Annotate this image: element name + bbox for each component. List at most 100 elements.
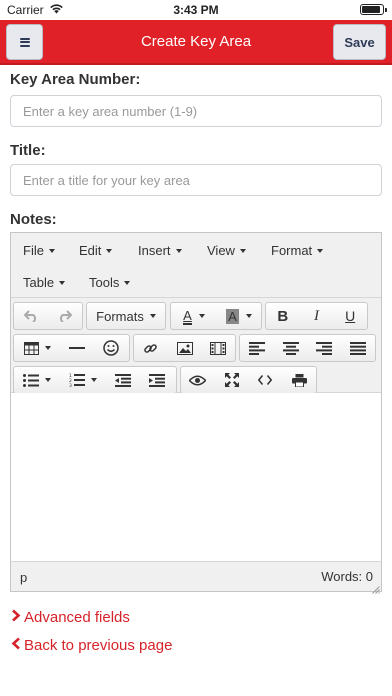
menu-tools[interactable]: Tools <box>89 275 131 290</box>
caret-down-icon <box>45 378 51 382</box>
alignment-group <box>239 334 376 362</box>
save-button[interactable]: Save <box>333 24 386 60</box>
menu-edit[interactable]: Edit <box>79 243 113 258</box>
link-icon <box>143 341 158 356</box>
media-group <box>133 334 236 362</box>
menu-view[interactable]: View <box>207 243 246 258</box>
insert-image-button[interactable] <box>168 335 202 361</box>
caret-down-icon <box>59 280 66 285</box>
caret-down-icon <box>44 346 51 350</box>
background-color-button[interactable]: A <box>217 303 261 329</box>
horizontal-rule-icon <box>69 346 85 350</box>
caret-down-icon <box>91 378 97 382</box>
caret-down-icon <box>106 248 113 253</box>
menu-table[interactable]: Table <box>23 275 66 290</box>
background-color-icon: A <box>226 308 239 324</box>
back-link-label: Back to previous page <box>24 637 173 654</box>
editor-content-area[interactable] <box>11 393 381 561</box>
advanced-fields-link[interactable]: Advanced fields <box>10 609 130 626</box>
bold-button[interactable]: B <box>266 303 300 329</box>
formats-dropdown[interactable]: Formats <box>87 303 165 329</box>
preview-button[interactable] <box>181 367 215 393</box>
chevron-right-icon <box>10 609 22 626</box>
insert-link-button[interactable] <box>134 335 168 361</box>
align-right-button[interactable] <box>308 335 342 361</box>
style-group: B I U <box>265 302 368 330</box>
outdent-button[interactable] <box>106 367 140 393</box>
title-label: Title: <box>10 142 46 159</box>
text-color-icon: A <box>183 307 192 325</box>
status-time: 3:43 PM <box>173 3 219 17</box>
numbered-list-button[interactable]: 123 <box>60 367 106 393</box>
numbered-list-icon: 123 <box>69 373 85 387</box>
key-area-number-input[interactable] <box>10 95 382 127</box>
align-justify-button[interactable] <box>341 335 375 361</box>
insert-media-button[interactable] <box>201 335 235 361</box>
undo-button[interactable] <box>14 303 48 329</box>
align-right-icon <box>316 341 333 355</box>
indent-icon <box>149 373 165 387</box>
status-bar: Carrier 3:43 PM <box>0 0 392 20</box>
align-center-button[interactable] <box>274 335 308 361</box>
menu-format[interactable]: Format <box>271 243 324 258</box>
chevron-left-icon <box>10 637 22 654</box>
underline-icon: U <box>345 308 356 324</box>
align-left-button[interactable] <box>240 335 274 361</box>
editor-menubar: File Edit Insert View Format Table Tools <box>11 233 381 297</box>
caret-down-icon <box>198 314 205 318</box>
key-area-number-label: Key Area Number: <box>10 71 141 88</box>
underline-button[interactable]: U <box>333 303 367 329</box>
title-input[interactable] <box>10 164 382 196</box>
image-icon <box>176 341 193 355</box>
caret-down-icon <box>48 248 55 253</box>
formats-group: Formats <box>86 302 166 330</box>
fullscreen-icon <box>224 373 239 387</box>
word-count: Words: 0 <box>321 569 373 584</box>
advanced-fields-label: Advanced fields <box>24 609 130 626</box>
italic-button[interactable]: I <box>300 303 334 329</box>
history-group <box>13 302 83 330</box>
eye-icon <box>189 375 207 386</box>
italic-icon: I <box>314 307 319 324</box>
indent-button[interactable] <box>140 367 174 393</box>
film-icon <box>210 341 227 355</box>
element-path: p <box>20 570 28 585</box>
bullet-list-icon <box>23 373 39 387</box>
align-center-icon <box>282 341 299 355</box>
notes-label: Notes: <box>10 211 57 228</box>
menu-insert[interactable]: Insert <box>138 243 182 258</box>
align-justify-icon <box>350 341 367 355</box>
resize-handle-icon[interactable] <box>372 582 380 594</box>
menu-file[interactable]: File <box>23 243 55 258</box>
redo-button[interactable] <box>48 303 82 329</box>
svg-text:3: 3 <box>69 383 72 387</box>
caret-down-icon <box>124 280 131 285</box>
emoticons-button[interactable] <box>94 335 128 361</box>
list-indent-group: 123 <box>13 366 177 394</box>
horizontal-rule-button[interactable] <box>60 335 94 361</box>
hamburger-icon <box>19 37 30 47</box>
nav-bar: Create Key Area Save <box>0 20 392 65</box>
menu-button[interactable] <box>6 24 43 60</box>
table-icon <box>23 341 39 355</box>
editor-toolbar: Formats A A B I U 1 2 3 <box>11 297 381 394</box>
redo-icon <box>58 310 72 322</box>
color-group: A A <box>170 302 262 330</box>
caret-down-icon <box>149 314 156 318</box>
align-left-icon <box>248 341 265 355</box>
caret-down-icon <box>239 248 246 253</box>
text-color-button[interactable]: A <box>171 303 217 329</box>
print-button[interactable] <box>282 367 316 393</box>
table-button[interactable] <box>14 335 60 361</box>
notes-editor: File Edit Insert View Format Table Tools… <box>10 232 382 594</box>
caret-down-icon <box>245 314 252 318</box>
code-icon <box>258 375 273 385</box>
caret-down-icon <box>175 248 182 253</box>
page-title: Create Key Area <box>140 33 252 50</box>
back-link[interactable]: Back to previous page <box>10 637 172 654</box>
fullscreen-button[interactable] <box>215 367 249 393</box>
source-code-button[interactable] <box>249 367 283 393</box>
bullet-list-button[interactable] <box>14 367 60 393</box>
bold-icon: B <box>277 307 289 325</box>
printer-icon <box>291 373 307 387</box>
